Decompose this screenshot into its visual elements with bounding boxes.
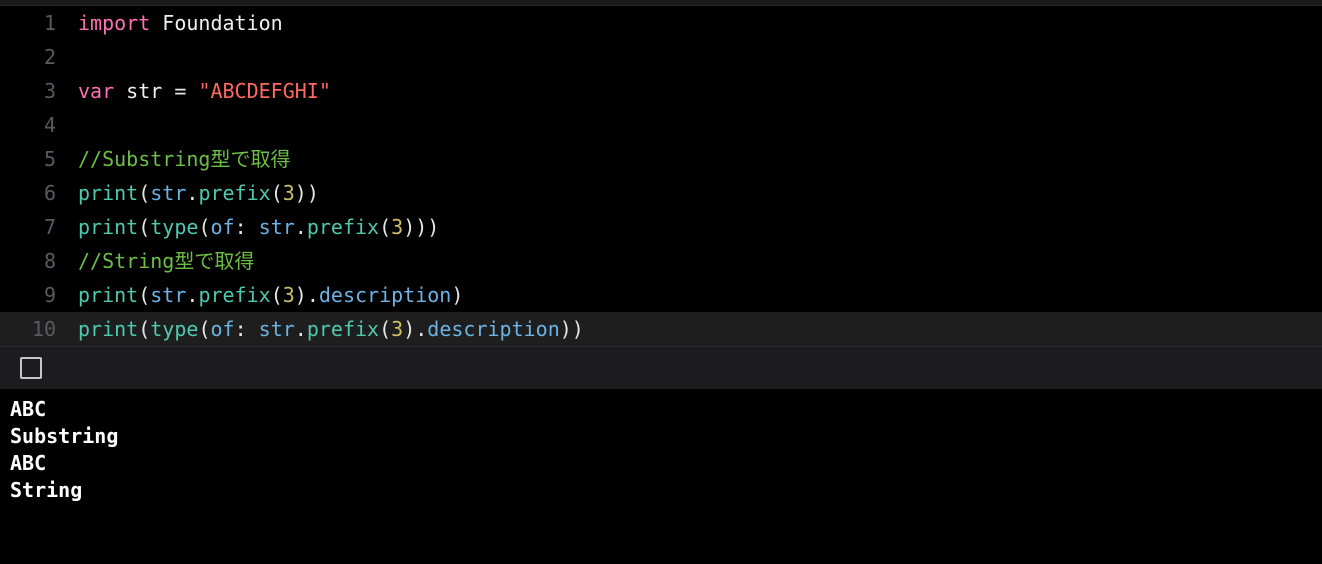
token-func: type <box>150 215 198 239</box>
token-op: : <box>235 215 259 239</box>
console-line: ABC <box>10 450 1312 477</box>
code-line[interactable]: 6print(str.prefix(3)) <box>0 176 1322 210</box>
token-num: 3 <box>283 283 295 307</box>
token-paren: ) <box>451 283 463 307</box>
token-paren: ) <box>403 317 415 341</box>
token-blue: str <box>150 181 186 205</box>
code-content[interactable]: print(type(of: str.prefix(3).description… <box>78 312 1322 346</box>
console-output: ABCSubstringABCString <box>0 390 1322 514</box>
console-toggle-checkbox[interactable] <box>20 357 42 379</box>
token-paren: ( <box>379 317 391 341</box>
token-paren: ( <box>138 283 150 307</box>
code-content[interactable]: print(str.prefix(3)) <box>78 176 1322 210</box>
code-line[interactable]: 5//Substring型で取得 <box>0 142 1322 176</box>
line-number: 3 <box>0 74 78 108</box>
token-paren: ) <box>572 317 584 341</box>
token-paren: ) <box>307 181 319 205</box>
token-blue: str <box>259 317 295 341</box>
token-prop: description <box>427 317 559 341</box>
code-line[interactable]: 4 <box>0 108 1322 142</box>
token-label: of <box>210 317 234 341</box>
code-content[interactable]: print(type(of: str.prefix(3))) <box>78 210 1322 244</box>
line-number: 7 <box>0 210 78 244</box>
token-op: . <box>295 317 307 341</box>
line-number: 10 <box>0 312 78 346</box>
token-paren: ( <box>271 283 283 307</box>
token-func: prefix <box>307 215 379 239</box>
token-num: 3 <box>391 215 403 239</box>
line-number: 1 <box>0 6 78 40</box>
token-func: print <box>78 181 138 205</box>
token-func: print <box>78 317 138 341</box>
token-keyword: import <box>78 11 150 35</box>
token-paren: ) <box>295 181 307 205</box>
token-paren: ( <box>271 181 283 205</box>
token-paren: ( <box>198 317 210 341</box>
token-comment: //String型で取得 <box>78 249 254 273</box>
token-func: prefix <box>198 181 270 205</box>
code-content[interactable]: import Foundation <box>78 6 1322 40</box>
code-line[interactable]: 3var str = "ABCDEFGHI" <box>0 74 1322 108</box>
code-content[interactable]: //Substring型で取得 <box>78 142 1322 176</box>
code-content[interactable]: var str = "ABCDEFGHI" <box>78 74 1322 108</box>
token-keyword: var <box>78 79 114 103</box>
token-paren: ( <box>379 215 391 239</box>
code-line[interactable]: 10print(type(of: str.prefix(3).descripti… <box>0 312 1322 346</box>
token-op: = <box>174 79 198 103</box>
token-prop: description <box>319 283 451 307</box>
code-line[interactable]: 2 <box>0 40 1322 74</box>
line-number: 6 <box>0 176 78 210</box>
token-func: type <box>150 317 198 341</box>
token-paren: ) <box>403 215 415 239</box>
token-label: of <box>210 215 234 239</box>
token-paren: ( <box>138 215 150 239</box>
token-paren: ) <box>295 283 307 307</box>
console-line: String <box>10 477 1312 504</box>
code-content[interactable]: //String型で取得 <box>78 244 1322 278</box>
line-number: 9 <box>0 278 78 312</box>
token-paren: ( <box>138 181 150 205</box>
line-number: 2 <box>0 40 78 74</box>
token-func: prefix <box>307 317 379 341</box>
token-paren: ) <box>415 215 427 239</box>
token-func: prefix <box>198 283 270 307</box>
token-paren: ( <box>198 215 210 239</box>
token-paren: ) <box>560 317 572 341</box>
token-op: . <box>415 317 427 341</box>
token-paren: ) <box>427 215 439 239</box>
token-func: print <box>78 283 138 307</box>
token-op: . <box>295 215 307 239</box>
console-line: Substring <box>10 423 1312 450</box>
line-number: 8 <box>0 244 78 278</box>
code-content[interactable]: print(str.prefix(3).description) <box>78 278 1322 312</box>
console-toolbar <box>0 346 1322 390</box>
token-string: "ABCDEFGHI" <box>198 79 330 103</box>
token-op: . <box>186 181 198 205</box>
token-num: 3 <box>391 317 403 341</box>
token-blue: str <box>259 215 295 239</box>
token-func: print <box>78 215 138 239</box>
token-paren: ( <box>138 317 150 341</box>
code-line[interactable]: 9print(str.prefix(3).description) <box>0 278 1322 312</box>
token-op: : <box>235 317 259 341</box>
token-op: . <box>186 283 198 307</box>
code-line[interactable]: 8//String型で取得 <box>0 244 1322 278</box>
token-op: . <box>307 283 319 307</box>
token-ident: str <box>114 79 174 103</box>
token-num: 3 <box>283 181 295 205</box>
code-line[interactable]: 7print(type(of: str.prefix(3))) <box>0 210 1322 244</box>
console-line: ABC <box>10 396 1312 423</box>
code-editor[interactable]: 1import Foundation23var str = "ABCDEFGHI… <box>0 6 1322 346</box>
line-number: 4 <box>0 108 78 142</box>
line-number: 5 <box>0 142 78 176</box>
token-ident: Foundation <box>150 11 282 35</box>
code-line[interactable]: 1import Foundation <box>0 6 1322 40</box>
token-comment: //Substring型で取得 <box>78 147 290 171</box>
token-blue: str <box>150 283 186 307</box>
